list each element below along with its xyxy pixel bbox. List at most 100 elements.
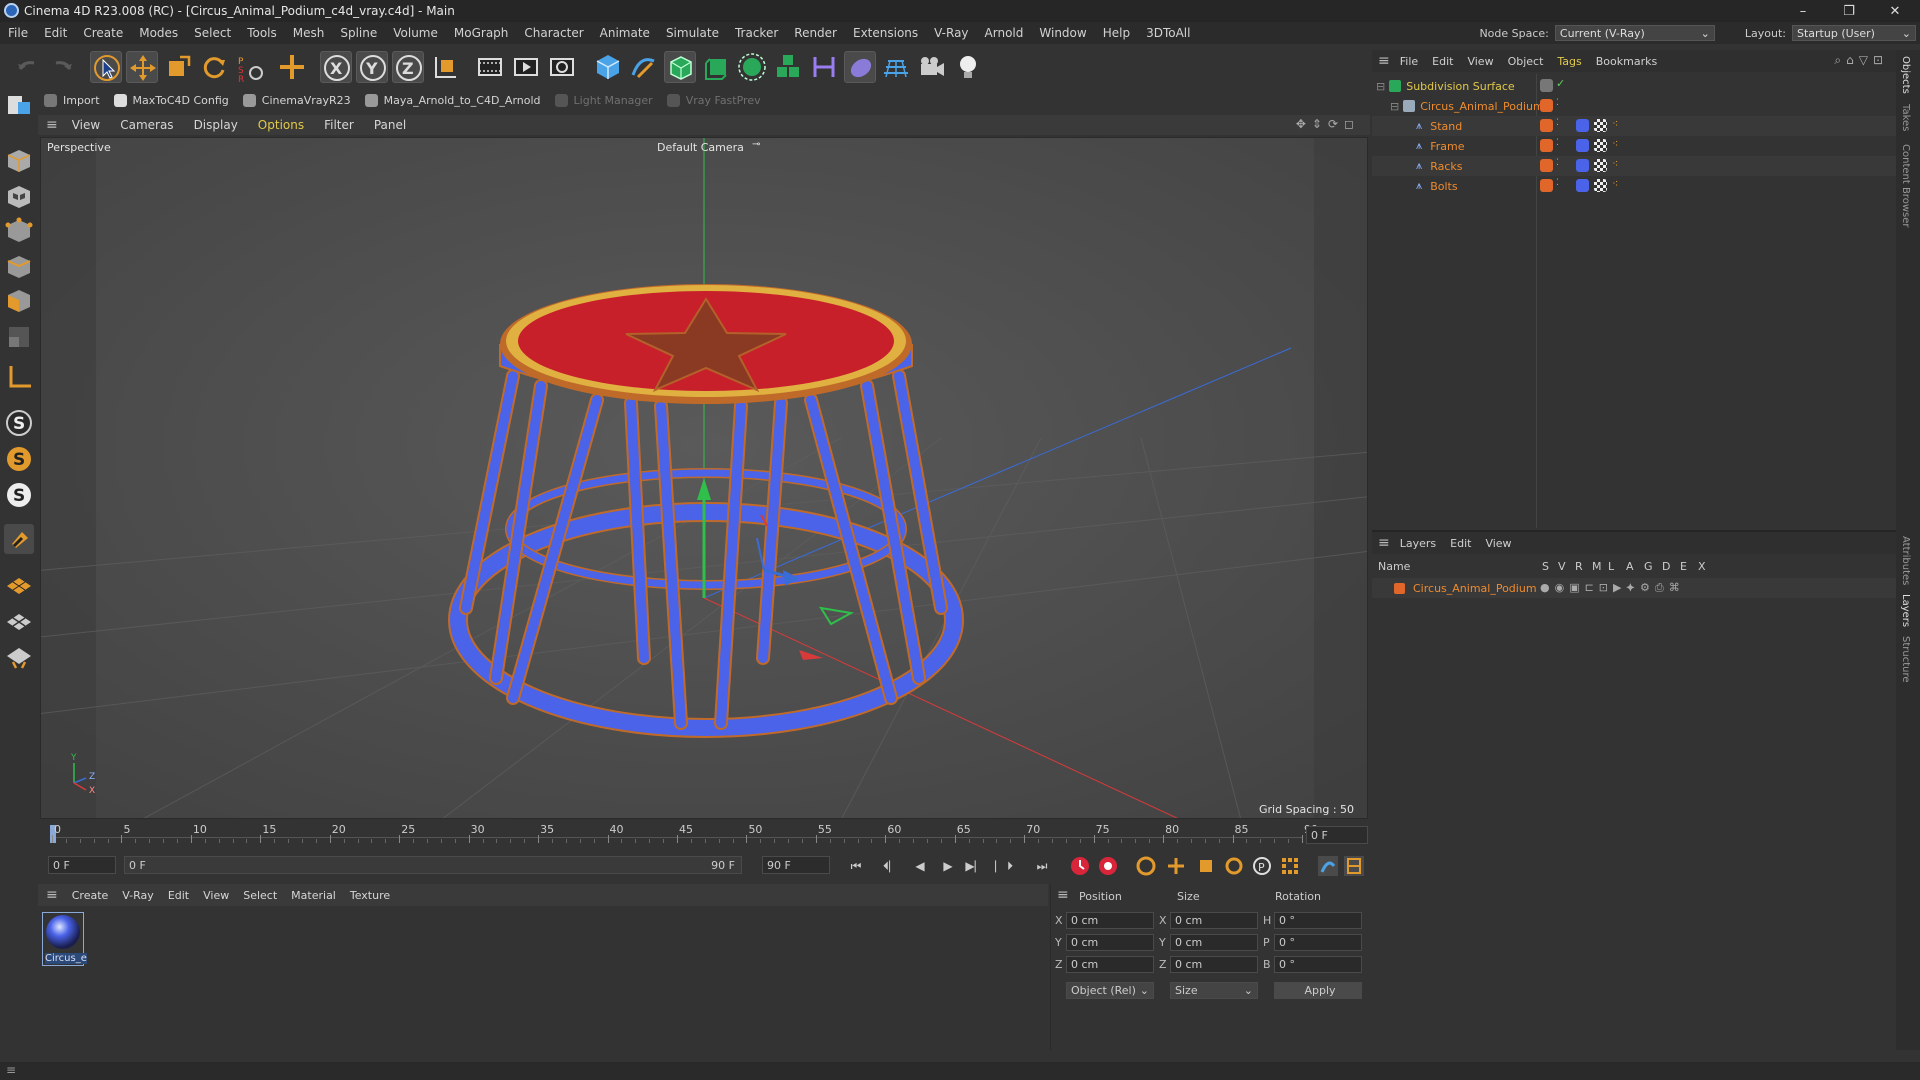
phong-tag-icon[interactable]: ⁖	[1612, 137, 1618, 150]
layer-color-icon[interactable]	[1540, 99, 1553, 112]
plugin-light-manager[interactable]: Light Manager	[554, 93, 653, 107]
viewport-navigation-icons[interactable]: ✥⇕⟳◻	[1296, 117, 1360, 131]
material-tag-icon[interactable]	[1576, 159, 1589, 172]
coordinate-mode-dropdown[interactable]: Object (Rel) ⌄	[1066, 982, 1154, 999]
node-space-dropdown[interactable]: Current (V-Ray) ⌄	[1554, 25, 1715, 41]
live-selection-plus-icon[interactable]	[276, 51, 308, 83]
rot-b-field[interactable]: 0 °	[1274, 956, 1362, 973]
snap-workplane-icon[interactable]: S	[4, 480, 34, 510]
material-menu-material[interactable]: Material	[291, 889, 336, 902]
key-pla-icon[interactable]	[1280, 856, 1300, 876]
play-icon[interactable]: ▶	[938, 856, 958, 876]
subdivision-surface-icon[interactable]	[664, 51, 696, 83]
go-to-start-icon[interactable]: ⏮	[846, 856, 866, 876]
viewport-menu-cameras[interactable]: Cameras	[120, 118, 173, 132]
record-keyframe-icon[interactable]	[1070, 856, 1090, 876]
plugin-cinemavray[interactable]: CinemaVrayR23	[242, 93, 351, 107]
rot-h-field[interactable]: 0 °	[1274, 912, 1362, 929]
size-z-field[interactable]: 0 cm	[1170, 956, 1258, 973]
axis-x-lock-icon[interactable]: X	[320, 51, 352, 83]
menu-render[interactable]: Render	[786, 26, 845, 40]
axis-mode-icon[interactable]	[4, 362, 34, 392]
object-row-circus-animal-podium[interactable]: ⊟ Circus_Animal_Podium ⁚	[1372, 96, 1896, 116]
texture-mode-icon[interactable]	[4, 182, 34, 212]
minimize-button[interactable]: –	[1780, 0, 1826, 22]
timeline-window-icon[interactable]	[1344, 856, 1364, 876]
snap-s-icon[interactable]: S	[4, 408, 34, 438]
coordinate-system-icon[interactable]	[428, 51, 460, 83]
pen-spline-icon[interactable]	[628, 51, 660, 83]
keyframe-selection-icon[interactable]	[1136, 856, 1156, 876]
menu-tools[interactable]: Tools	[239, 26, 285, 40]
expand-icon[interactable]: ⊟	[1376, 80, 1385, 93]
axis-y-lock-icon[interactable]: Y	[356, 51, 388, 83]
key-rotation-icon[interactable]	[1224, 856, 1244, 876]
layer-color-icon[interactable]	[1540, 139, 1553, 152]
visibility-dots-icon[interactable]: ⁚	[1556, 98, 1559, 108]
menu-select[interactable]: Select	[186, 26, 239, 40]
pos-y-field[interactable]: 0 cm	[1066, 934, 1154, 951]
render-to-picture-viewer-icon[interactable]	[510, 51, 542, 83]
object-search-filter-icons[interactable]: ⌕⌂▽⊡	[1834, 53, 1888, 68]
3d-viewport[interactable]: Perspective Default Camera ⊸ Grid Spacin…	[40, 137, 1368, 819]
layer-menu-edit[interactable]: Edit	[1450, 537, 1471, 550]
object-row-frame[interactable]: ⩚ Frame ⁚ ⁖	[1372, 136, 1896, 156]
tab-structure[interactable]: Structure	[1900, 636, 1911, 683]
expand-icon[interactable]: ⊟	[1390, 100, 1399, 113]
workplane-icon[interactable]	[4, 568, 34, 598]
object-menu-bookmarks[interactable]: Bookmarks	[1596, 55, 1657, 68]
viewport-menu-display[interactable]: Display	[194, 118, 238, 132]
layer-row[interactable]: Circus_Animal_Podium ●◉▣⊏⊡▶⯌⚙⎙⌘	[1372, 578, 1896, 598]
menu-arnold[interactable]: Arnold	[977, 26, 1032, 40]
menu-help[interactable]: Help	[1095, 26, 1138, 40]
object-row-racks[interactable]: ⩚ Racks ⁚ ⁖	[1372, 156, 1896, 176]
pos-z-field[interactable]: 0 cm	[1066, 956, 1154, 973]
material-menu-view[interactable]: View	[203, 889, 229, 902]
timeline-ruler[interactable]: 051015202530354045505560657075808590 0 F	[40, 823, 1370, 845]
cube-primitive-icon[interactable]	[592, 51, 624, 83]
hamburger-menu-icon[interactable]: ≡	[1378, 53, 1390, 69]
next-frame-icon[interactable]: ▶⎸	[965, 856, 986, 876]
hamburger-menu-icon[interactable]: ≡	[1057, 887, 1069, 903]
menu-modes[interactable]: Modes	[131, 26, 186, 40]
apply-button[interactable]: Apply	[1274, 982, 1362, 999]
menu-animate[interactable]: Animate	[592, 26, 658, 40]
autokey-icon[interactable]	[1098, 856, 1118, 876]
menu-create[interactable]: Create	[75, 26, 131, 40]
object-menu-file[interactable]: File	[1400, 55, 1418, 68]
field-object-icon[interactable]	[844, 51, 876, 83]
layout-dropdown[interactable]: Startup (User) ⌄	[1792, 25, 1916, 41]
phong-tag-icon[interactable]: ⁖	[1612, 117, 1618, 130]
hamburger-menu-icon[interactable]: ≡	[46, 117, 58, 133]
plugin-import[interactable]: Import	[44, 93, 100, 107]
material-menu-create[interactable]: Create	[72, 889, 109, 902]
size-y-field[interactable]: 0 cm	[1170, 934, 1258, 951]
layer-color-icon[interactable]	[1540, 179, 1553, 192]
layer-color-icon[interactable]	[1394, 582, 1405, 594]
menu-simulate[interactable]: Simulate	[658, 26, 727, 40]
light-object-icon[interactable]	[952, 51, 984, 83]
undo-icon[interactable]	[12, 51, 44, 83]
uvw-tag-icon[interactable]	[1594, 179, 1607, 192]
current-frame-field[interactable]: 0 F	[1306, 826, 1368, 844]
key-position-icon[interactable]	[1166, 856, 1186, 876]
camera-link-icon[interactable]: ⊸	[752, 139, 760, 150]
render-view-icon[interactable]	[474, 51, 506, 83]
points-mode-icon[interactable]	[4, 216, 34, 246]
camera-object-icon[interactable]	[916, 51, 948, 83]
object-menu-tags[interactable]: Tags	[1557, 55, 1581, 68]
menu-character[interactable]: Character	[516, 26, 591, 40]
tab-objects[interactable]: Objects	[1900, 56, 1911, 94]
size-mode-dropdown[interactable]: Size ⌄	[1170, 982, 1258, 999]
locked-workplane-icon[interactable]	[4, 640, 34, 670]
select-cursor-icon[interactable]	[90, 51, 122, 83]
enabled-check-icon[interactable]: ✓	[1556, 77, 1565, 90]
model-mode-icon[interactable]	[4, 146, 34, 176]
magnet-tool-icon[interactable]	[4, 524, 34, 554]
next-keyframe-icon[interactable]: ⎸⏵	[994, 856, 1014, 876]
grid-plane-icon[interactable]	[4, 604, 34, 634]
material-tag-icon[interactable]	[1576, 179, 1589, 192]
layer-toggle-icons[interactable]: ●◉▣⊏⊡▶⯌⚙⎙⌘	[1540, 581, 1685, 595]
polygons-mode-icon[interactable]	[4, 286, 34, 316]
hamburger-menu-icon[interactable]: ≡	[1378, 535, 1390, 551]
